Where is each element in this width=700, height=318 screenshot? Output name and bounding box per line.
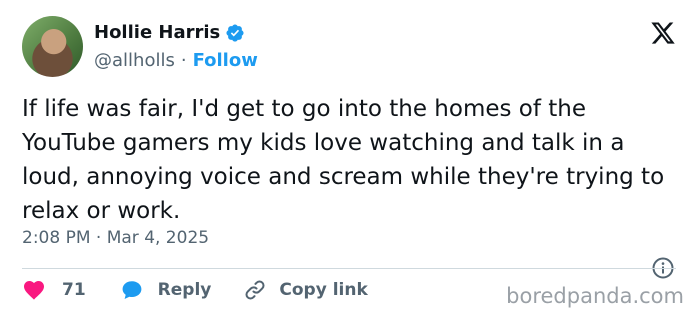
action-bar: 71 Reply Copy link: [22, 278, 368, 302]
handle-row: @allholls · Follow: [94, 50, 258, 71]
author-handle[interactable]: @allholls: [94, 50, 175, 71]
reply-bubble-icon: [122, 281, 142, 299]
handle-separator: ·: [180, 50, 187, 71]
like-button[interactable]: 71: [22, 278, 86, 302]
like-count: 71: [62, 280, 86, 300]
watermark: boredpanda.com: [506, 284, 684, 308]
reply-button[interactable]: Reply: [120, 278, 212, 302]
tweet-timestamp[interactable]: 2:08 PM · Mar 4, 2025: [22, 228, 209, 248]
follow-button[interactable]: Follow: [193, 50, 258, 71]
copy-link-button[interactable]: Copy link: [243, 278, 368, 302]
divider: [22, 268, 676, 269]
avatar[interactable]: [22, 16, 83, 77]
heart-icon: [24, 281, 44, 300]
author-name-row: Hollie Harris: [94, 22, 245, 43]
author-name[interactable]: Hollie Harris: [94, 22, 220, 43]
x-logo-icon[interactable]: [650, 20, 676, 46]
link-icon: [245, 280, 265, 300]
reply-label: Reply: [157, 280, 212, 300]
verified-badge-icon: [226, 23, 244, 42]
tweet-text: If life was fair, I'd get to go into the…: [22, 96, 665, 224]
copy-link-label: Copy link: [279, 280, 368, 300]
